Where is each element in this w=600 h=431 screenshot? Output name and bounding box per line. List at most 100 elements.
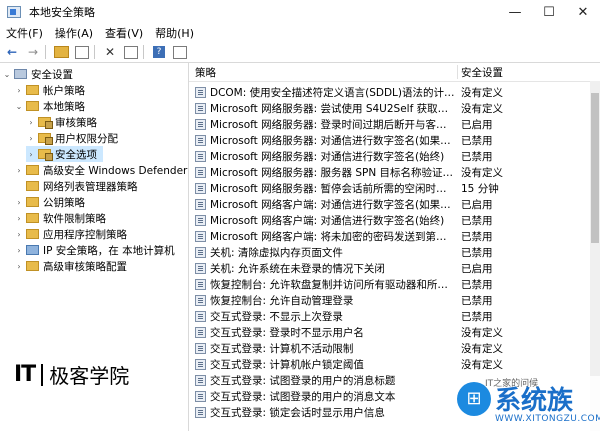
table-row[interactable]: 交互式登录: 不显示上次登录 已禁用 [189, 308, 589, 324]
policy-setting: 没有定义 [461, 342, 503, 355]
network-icon [26, 245, 39, 255]
policy-item-icon [195, 118, 206, 130]
menu-file[interactable]: 文件(F) [0, 25, 49, 41]
table-row[interactable]: 关机: 清除虚拟内存页面文件 已禁用 [189, 244, 589, 260]
tree-item-local-policies[interactable]: ⌄ 本地策略 [14, 98, 85, 114]
tree-item-advanced-audit[interactable]: › 高级审核策略配置 [14, 258, 127, 274]
policy-item-icon [195, 230, 206, 242]
tree-item-network-list-manager[interactable]: 网络列表管理器策略 [14, 178, 138, 194]
expand-chevron-icon[interactable]: › [14, 262, 24, 271]
tree-item-label: IP 安全策略，在 本地计算机 [43, 244, 175, 257]
policy-name: 恢复控制台: 允许软盘复制并访问所有驱动器和所有文件夹 [210, 278, 455, 291]
delete-icon[interactable]: ✕ [101, 44, 119, 60]
close-button[interactable]: ✕ [566, 0, 600, 24]
table-row[interactable]: Microsoft 网络服务器: 暂停会话前所需的空闲时间数量 15 分钟 [189, 180, 589, 196]
policy-item-icon [195, 278, 206, 290]
folder-icon [26, 181, 39, 191]
policy-item-icon [195, 374, 206, 386]
table-row[interactable]: 交互式登录: 登录时不显示用户名 没有定义 [189, 324, 589, 340]
expand-chevron-icon[interactable]: › [14, 246, 24, 255]
maximize-button[interactable]: ☐ [532, 0, 566, 24]
tree-item-account-policies[interactable]: › 帐户策略 [14, 82, 85, 98]
table-row[interactable]: 交互式登录: 计算机不活动限制 没有定义 [189, 340, 589, 356]
toolbar: ← → ✕ ? [0, 42, 600, 63]
window-controls: — ☐ ✕ [498, 0, 600, 24]
menu-help[interactable]: 帮助(H) [149, 25, 200, 41]
minimize-button[interactable]: — [498, 0, 532, 24]
tree-item-public-key-policies[interactable]: › 公钥策略 [14, 194, 85, 210]
expand-chevron-icon[interactable]: › [14, 166, 24, 175]
table-row[interactable]: Microsoft 网络客户端: 将未加密的密码发送到第三方 SMB... 已禁用 [189, 228, 589, 244]
table-row[interactable]: Microsoft 网络服务器: 对通信进行数字签名(如果客户端允... 已禁用 [189, 132, 589, 148]
up-folder-icon[interactable] [52, 44, 70, 60]
expand-chevron-icon[interactable]: › [26, 118, 36, 127]
policy-item-icon [195, 406, 206, 418]
tree-item-label: 安全选项 [55, 148, 97, 161]
expand-chevron-icon[interactable]: › [26, 134, 36, 143]
policy-item-icon [195, 342, 206, 354]
menu-action[interactable]: 操作(A) [49, 25, 99, 41]
policy-item-icon [195, 262, 206, 274]
expand-chevron-icon[interactable]: › [14, 230, 24, 239]
tree-item-app-control[interactable]: › 应用程序控制策略 [14, 226, 127, 242]
column-divider[interactable] [457, 65, 458, 79]
column-header-policy[interactable]: 策略 [195, 65, 216, 80]
policy-item-icon [195, 358, 206, 370]
policy-item-icon [195, 214, 206, 226]
policy-item-icon [195, 326, 206, 338]
tree-item-label: 用户权限分配 [55, 132, 118, 145]
table-row[interactable]: Microsoft 网络服务器: 对通信进行数字签名(始终) 已禁用 [189, 148, 589, 164]
locked-folder-icon [38, 117, 53, 129]
table-row[interactable]: Microsoft 网络服务器: 尝试使用 S4U2Self 获取声明信息 没有定… [189, 100, 589, 116]
policy-setting: 已启用 [461, 262, 493, 275]
tree-item-ip-security[interactable]: › IP 安全策略，在 本地计算机 [14, 242, 175, 258]
tree-item-defender-firewall[interactable]: › 高级安全 Windows Defender 防火墙 [14, 162, 188, 178]
policy-setting: 已禁用 [461, 150, 493, 163]
security-settings-icon [14, 69, 27, 79]
table-row[interactable]: 关机: 允许系统在未登录的情况下关闭 已启用 [189, 260, 589, 276]
policy-setting: 没有定义 [461, 102, 503, 115]
table-row[interactable]: Microsoft 网络服务器: 服务器 SPN 目标名称验证级别 没有定义 [189, 164, 589, 180]
column-header-setting[interactable]: 安全设置 [461, 65, 503, 80]
expand-chevron-icon[interactable]: › [26, 150, 36, 159]
expand-chevron-icon[interactable]: ⌄ [14, 102, 24, 111]
watermark-it-logo: IT [14, 362, 36, 387]
policy-item-icon [195, 246, 206, 258]
policy-setting: 已禁用 [461, 278, 493, 291]
tree-item-label: 帐户策略 [43, 84, 85, 97]
title-bar: 本地安全策略 — ☐ ✕ [0, 0, 600, 24]
table-row[interactable]: Microsoft 网络客户端: 对通信进行数字签名(始终) 已禁用 [189, 212, 589, 228]
policy-name: 交互式登录: 试图登录的用户的消息文本 [210, 390, 396, 403]
tree-item-security-settings[interactable]: ⌄ 安全设置 [2, 66, 73, 82]
tree-item-software-restriction[interactable]: › 软件限制策略 [14, 210, 106, 226]
export-list-icon[interactable] [122, 44, 140, 60]
forward-arrow-icon[interactable]: → [24, 44, 42, 60]
help-icon[interactable]: ? [150, 44, 168, 60]
show-hide-tree-icon[interactable] [73, 44, 91, 60]
table-row[interactable]: 交互式登录: 计算机帐户锁定阈值 没有定义 [189, 356, 589, 372]
policy-item-icon [195, 102, 206, 114]
policy-name: 交互式登录: 计算机帐户锁定阈值 [210, 358, 364, 371]
window-title: 本地安全策略 [29, 6, 95, 19]
table-row[interactable]: Microsoft 网络服务器: 登录时间过期后断开与客户端的连接已启用 [189, 116, 589, 132]
menu-view[interactable]: 查看(V) [99, 25, 149, 41]
properties-icon[interactable] [171, 44, 189, 60]
policy-item-icon [195, 150, 206, 162]
table-row[interactable]: DCOM: 使用安全描述符定义语言(SDDL)语法的计算机启动... 没有定义 [189, 84, 589, 100]
expand-chevron-icon[interactable]: ⌄ [2, 70, 12, 79]
tree-item-user-rights[interactable]: › 用户权限分配 [26, 130, 118, 146]
scrollbar-thumb[interactable] [591, 93, 599, 243]
expand-chevron-icon[interactable]: › [14, 214, 24, 223]
tree-item-security-options[interactable]: › 安全选项 [26, 146, 103, 162]
policy-setting: 已禁用 [461, 230, 493, 243]
locked-folder-icon [38, 133, 53, 145]
policy-name: 交互式登录: 计算机不活动限制 [210, 342, 354, 355]
table-row[interactable]: 恢复控制台: 允许软盘复制并访问所有驱动器和所有文件夹 已禁用 [189, 276, 589, 292]
table-row[interactable]: Microsoft 网络客户端: 对通信进行数字签名(如果服务器允... 已启用 [189, 196, 589, 212]
expand-chevron-icon[interactable]: › [14, 86, 24, 95]
expand-chevron-icon[interactable]: › [14, 198, 24, 207]
table-row[interactable]: 恢复控制台: 允许自动管理登录 已禁用 [189, 292, 589, 308]
tree-item-audit-policy[interactable]: › 审核策略 [26, 114, 97, 130]
back-arrow-icon[interactable]: ← [3, 44, 21, 60]
policy-name: Microsoft 网络服务器: 对通信进行数字签名(始终) [210, 150, 445, 163]
